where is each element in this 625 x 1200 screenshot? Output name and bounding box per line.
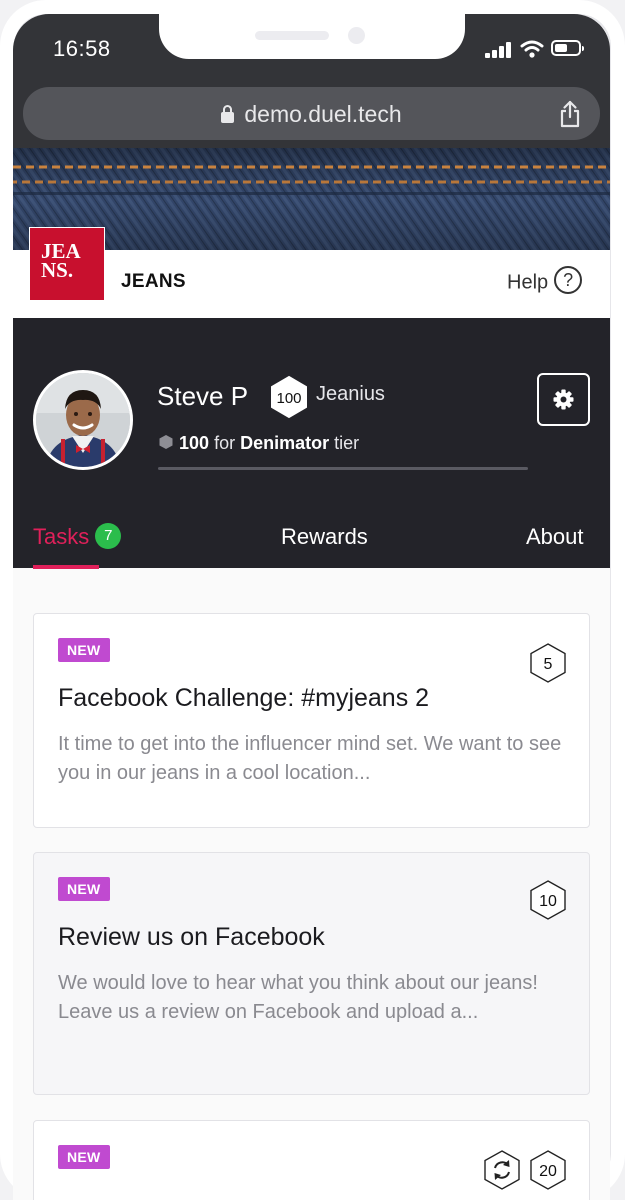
tier-progress-bar [158, 467, 528, 470]
user-name: Steve P [157, 381, 249, 411]
small-hex-icon [159, 435, 173, 450]
browser-toolbar: demo.duel.tech [13, 84, 610, 148]
next-tier-prefix: for [214, 433, 236, 453]
url-label: demo.duel.tech [244, 101, 402, 127]
task-description: We would love to hear what you think abo… [58, 972, 538, 1023]
tab-about[interactable]: About [526, 524, 584, 550]
next-tier-name: Denimator [240, 433, 330, 453]
task-title: Facebook Challenge: #myjeans 2 [58, 684, 430, 712]
task-card[interactable]: NEW 10 Review us on Facebook We would lo… [33, 852, 590, 1095]
points-hex-badge: 100 [271, 375, 307, 419]
help-button[interactable]: Help? [507, 266, 583, 297]
task-points-value: 20 [539, 1163, 557, 1180]
help-icon: ? [554, 266, 583, 294]
logo-line-2: NS. [41, 258, 74, 282]
notch [159, 14, 465, 59]
tab-tasks-label: Tasks [33, 524, 90, 549]
task-description: It time to get into the influencer mind … [58, 733, 562, 784]
tab-bar: Tasks 7 Rewards About [13, 512, 610, 568]
new-tag: NEW [58, 638, 110, 662]
camera [348, 27, 365, 44]
settings-button[interactable] [537, 373, 590, 426]
refresh-icon [484, 1150, 520, 1190]
gear-icon [553, 389, 574, 410]
status-time: 16:58 [53, 36, 111, 61]
next-tier-suffix: tier [334, 433, 360, 453]
status-bar: 16:58 [13, 14, 610, 84]
next-tier-info: 100 for Denimator tier [158, 433, 359, 454]
address-bar[interactable]: demo.duel.tech [23, 87, 600, 140]
url-text[interactable]: demo.duel.tech [23, 101, 600, 128]
points-value: 100 [276, 390, 301, 407]
next-tier-points: 100 [179, 433, 210, 453]
battery-icon [551, 40, 584, 56]
avatar-image [36, 373, 130, 467]
new-tag: NEW [58, 877, 110, 901]
active-tab-indicator [33, 565, 99, 569]
wifi-icon [520, 40, 544, 58]
task-points-badge: 20 [530, 1150, 566, 1190]
task-card[interactable]: NEW 20 [33, 1120, 590, 1200]
tab-tasks[interactable]: Tasks 7 [33, 523, 122, 551]
brand-logo[interactable]: JEA NS. [29, 227, 105, 301]
signal-icon [485, 42, 515, 58]
new-tag: NEW [58, 1145, 110, 1169]
task-points-badge: 5 [530, 643, 566, 683]
brand-name: JEANS [121, 271, 186, 292]
tier-name: Jeanius [316, 383, 385, 405]
share-icon[interactable] [558, 99, 582, 129]
profile-header: Steve P 100 Jeanius 100 for Denimator ti… [13, 318, 610, 569]
lock-icon [221, 105, 235, 123]
task-title: Review us on Facebook [58, 923, 325, 951]
speaker [255, 31, 329, 40]
task-points-badge: 10 [530, 880, 566, 920]
tab-rewards[interactable]: Rewards [281, 524, 368, 550]
tasks-count-badge: 7 [95, 523, 122, 550]
task-card[interactable]: NEW 5 Facebook Challenge: #myjeans 2 It … [33, 613, 590, 828]
help-label: Help [507, 271, 549, 294]
task-points-value: 10 [539, 893, 557, 910]
avatar[interactable] [33, 370, 133, 470]
screen: 16:58 demo.duel.tech JEANS Help ? JEA NS… [13, 14, 610, 1200]
task-points-value: 5 [544, 656, 553, 673]
